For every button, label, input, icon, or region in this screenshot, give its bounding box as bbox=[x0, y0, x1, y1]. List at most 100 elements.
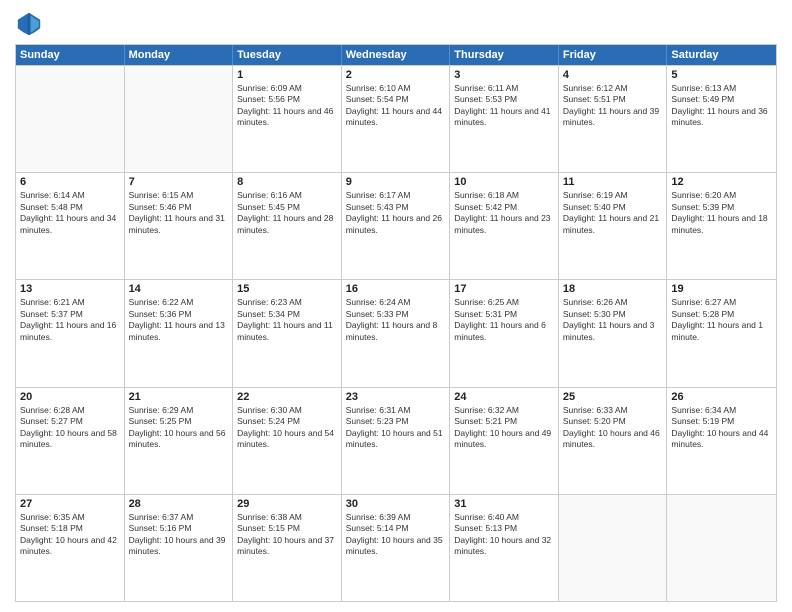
page: SundayMondayTuesdayWednesdayThursdayFrid… bbox=[0, 0, 792, 612]
weekday-header: Friday bbox=[559, 45, 668, 65]
calendar-row: 13Sunrise: 6:21 AM Sunset: 5:37 PM Dayli… bbox=[16, 279, 776, 386]
calendar-cell: 15 Sunrise: 6:23 AM Sunset: 5:34 PM Dayli… bbox=[233, 280, 342, 386]
weekday-header: Sunday bbox=[16, 45, 125, 65]
calendar-cell: 31 Sunrise: 6:40 AM Sunset: 5:13 PM Dayli… bbox=[450, 495, 559, 601]
calendar-cell: 6 Sunrise: 6:14 AM Sunset: 5:48 PM Daylig… bbox=[16, 173, 125, 279]
cell-info: Sunrise: 6:19 AM Sunset: 5:40 PM Dayligh… bbox=[563, 190, 663, 236]
cell-info: Sunrise: 6:11 AM Sunset: 5:53 PM Dayligh… bbox=[454, 83, 554, 129]
cell-info: Sunrise: 6:35 AM Sunset: 5:18 PM Dayligh… bbox=[20, 512, 120, 558]
logo-icon bbox=[15, 10, 43, 38]
calendar-cell: 9Sunrise: 6:17 AM Sunset: 5:43 PM Daylig… bbox=[342, 173, 451, 279]
weekday-header: Thursday bbox=[450, 45, 559, 65]
calendar-cell: 3 Sunrise: 6:11 AM Sunset: 5:53 PM Daylig… bbox=[450, 66, 559, 172]
day-number: 14 bbox=[129, 283, 229, 295]
empty-cell bbox=[125, 66, 234, 172]
cell-info: Sunrise: 6:17 AM Sunset: 5:43 PM Dayligh… bbox=[346, 190, 446, 236]
empty-cell bbox=[559, 495, 668, 601]
day-number: 26 bbox=[671, 391, 772, 403]
cell-info: Sunrise: 6:26 AM Sunset: 5:30 PM Dayligh… bbox=[563, 297, 663, 343]
day-number: 8 bbox=[237, 176, 337, 188]
calendar-row: 6 Sunrise: 6:14 AM Sunset: 5:48 PM Daylig… bbox=[16, 172, 776, 279]
day-number: 20 bbox=[20, 391, 120, 403]
day-number: 31 bbox=[454, 498, 554, 510]
day-number: 10 bbox=[454, 176, 554, 188]
calendar-cell: 2 Sunrise: 6:10 AM Sunset: 5:54 PM Daylig… bbox=[342, 66, 451, 172]
weekday-header: Monday bbox=[125, 45, 234, 65]
calendar-cell: 4Sunrise: 6:12 AM Sunset: 5:51 PM Daylig… bbox=[559, 66, 668, 172]
calendar-cell: 27Sunrise: 6:35 AM Sunset: 5:18 PM Dayli… bbox=[16, 495, 125, 601]
calendar-cell: 25Sunrise: 6:33 AM Sunset: 5:20 PM Dayli… bbox=[559, 388, 668, 494]
day-number: 12 bbox=[671, 176, 772, 188]
calendar-cell: 10 Sunrise: 6:18 AM Sunset: 5:42 PM Dayli… bbox=[450, 173, 559, 279]
calendar-row: 20 Sunrise: 6:28 AM Sunset: 5:27 PM Dayli… bbox=[16, 387, 776, 494]
day-number: 21 bbox=[129, 391, 229, 403]
day-number: 1 bbox=[237, 69, 337, 81]
empty-cell bbox=[667, 495, 776, 601]
calendar-cell: 28 Sunrise: 6:37 AM Sunset: 5:16 PM Dayli… bbox=[125, 495, 234, 601]
cell-info: Sunrise: 6:32 AM Sunset: 5:21 PM Dayligh… bbox=[454, 405, 554, 451]
day-number: 24 bbox=[454, 391, 554, 403]
day-number: 30 bbox=[346, 498, 446, 510]
calendar-cell: 30 Sunrise: 6:39 AM Sunset: 5:14 PM Dayli… bbox=[342, 495, 451, 601]
day-number: 6 bbox=[20, 176, 120, 188]
cell-info: Sunrise: 6:12 AM Sunset: 5:51 PM Dayligh… bbox=[563, 83, 663, 129]
day-number: 22 bbox=[237, 391, 337, 403]
day-number: 2 bbox=[346, 69, 446, 81]
calendar-cell: 11 Sunrise: 6:19 AM Sunset: 5:40 PM Dayli… bbox=[559, 173, 668, 279]
day-number: 5 bbox=[671, 69, 772, 81]
cell-info: Sunrise: 6:38 AM Sunset: 5:15 PM Dayligh… bbox=[237, 512, 337, 558]
cell-info: Sunrise: 6:09 AM Sunset: 5:56 PM Dayligh… bbox=[237, 83, 337, 129]
calendar-cell: 13Sunrise: 6:21 AM Sunset: 5:37 PM Dayli… bbox=[16, 280, 125, 386]
calendar-cell: 18 Sunrise: 6:26 AM Sunset: 5:30 PM Dayli… bbox=[559, 280, 668, 386]
cell-info: Sunrise: 6:33 AM Sunset: 5:20 PM Dayligh… bbox=[563, 405, 663, 451]
day-number: 17 bbox=[454, 283, 554, 295]
calendar-cell: 5 Sunrise: 6:13 AM Sunset: 5:49 PM Daylig… bbox=[667, 66, 776, 172]
calendar-cell: 8 Sunrise: 6:16 AM Sunset: 5:45 PM Daylig… bbox=[233, 173, 342, 279]
cell-info: Sunrise: 6:34 AM Sunset: 5:19 PM Dayligh… bbox=[671, 405, 772, 451]
calendar-cell: 21 Sunrise: 6:29 AM Sunset: 5:25 PM Dayli… bbox=[125, 388, 234, 494]
cell-info: Sunrise: 6:13 AM Sunset: 5:49 PM Dayligh… bbox=[671, 83, 772, 129]
calendar-body: 1 Sunrise: 6:09 AM Sunset: 5:56 PM Daylig… bbox=[16, 65, 776, 601]
cell-info: Sunrise: 6:37 AM Sunset: 5:16 PM Dayligh… bbox=[129, 512, 229, 558]
calendar-row: 1 Sunrise: 6:09 AM Sunset: 5:56 PM Daylig… bbox=[16, 65, 776, 172]
day-number: 18 bbox=[563, 283, 663, 295]
cell-info: Sunrise: 6:39 AM Sunset: 5:14 PM Dayligh… bbox=[346, 512, 446, 558]
cell-info: Sunrise: 6:29 AM Sunset: 5:25 PM Dayligh… bbox=[129, 405, 229, 451]
calendar-cell: 23Sunrise: 6:31 AM Sunset: 5:23 PM Dayli… bbox=[342, 388, 451, 494]
cell-info: Sunrise: 6:14 AM Sunset: 5:48 PM Dayligh… bbox=[20, 190, 120, 236]
cell-info: Sunrise: 6:23 AM Sunset: 5:34 PM Dayligh… bbox=[237, 297, 337, 343]
calendar-cell: 24 Sunrise: 6:32 AM Sunset: 5:21 PM Dayli… bbox=[450, 388, 559, 494]
weekday-header: Wednesday bbox=[342, 45, 451, 65]
day-number: 15 bbox=[237, 283, 337, 295]
day-number: 11 bbox=[563, 176, 663, 188]
cell-info: Sunrise: 6:40 AM Sunset: 5:13 PM Dayligh… bbox=[454, 512, 554, 558]
header bbox=[15, 10, 777, 38]
cell-info: Sunrise: 6:18 AM Sunset: 5:42 PM Dayligh… bbox=[454, 190, 554, 236]
calendar-cell: 19 Sunrise: 6:27 AM Sunset: 5:28 PM Dayli… bbox=[667, 280, 776, 386]
cell-info: Sunrise: 6:27 AM Sunset: 5:28 PM Dayligh… bbox=[671, 297, 772, 343]
cell-info: Sunrise: 6:24 AM Sunset: 5:33 PM Dayligh… bbox=[346, 297, 446, 343]
weekday-header: Saturday bbox=[667, 45, 776, 65]
cell-info: Sunrise: 6:20 AM Sunset: 5:39 PM Dayligh… bbox=[671, 190, 772, 236]
cell-info: Sunrise: 6:25 AM Sunset: 5:31 PM Dayligh… bbox=[454, 297, 554, 343]
calendar-row: 27Sunrise: 6:35 AM Sunset: 5:18 PM Dayli… bbox=[16, 494, 776, 601]
empty-cell bbox=[16, 66, 125, 172]
cell-info: Sunrise: 6:30 AM Sunset: 5:24 PM Dayligh… bbox=[237, 405, 337, 451]
day-number: 16 bbox=[346, 283, 446, 295]
cell-info: Sunrise: 6:16 AM Sunset: 5:45 PM Dayligh… bbox=[237, 190, 337, 236]
calendar-cell: 17 Sunrise: 6:25 AM Sunset: 5:31 PM Dayli… bbox=[450, 280, 559, 386]
calendar-cell: 7Sunrise: 6:15 AM Sunset: 5:46 PM Daylig… bbox=[125, 173, 234, 279]
logo bbox=[15, 10, 45, 38]
cell-info: Sunrise: 6:10 AM Sunset: 5:54 PM Dayligh… bbox=[346, 83, 446, 129]
day-number: 28 bbox=[129, 498, 229, 510]
day-number: 3 bbox=[454, 69, 554, 81]
day-number: 13 bbox=[20, 283, 120, 295]
calendar-cell: 14Sunrise: 6:22 AM Sunset: 5:36 PM Dayli… bbox=[125, 280, 234, 386]
calendar-cell: 20 Sunrise: 6:28 AM Sunset: 5:27 PM Dayli… bbox=[16, 388, 125, 494]
day-number: 19 bbox=[671, 283, 772, 295]
cell-info: Sunrise: 6:28 AM Sunset: 5:27 PM Dayligh… bbox=[20, 405, 120, 451]
day-number: 7 bbox=[129, 176, 229, 188]
calendar-cell: 1 Sunrise: 6:09 AM Sunset: 5:56 PM Daylig… bbox=[233, 66, 342, 172]
calendar-cell: 12 Sunrise: 6:20 AM Sunset: 5:39 PM Dayli… bbox=[667, 173, 776, 279]
cell-info: Sunrise: 6:31 AM Sunset: 5:23 PM Dayligh… bbox=[346, 405, 446, 451]
